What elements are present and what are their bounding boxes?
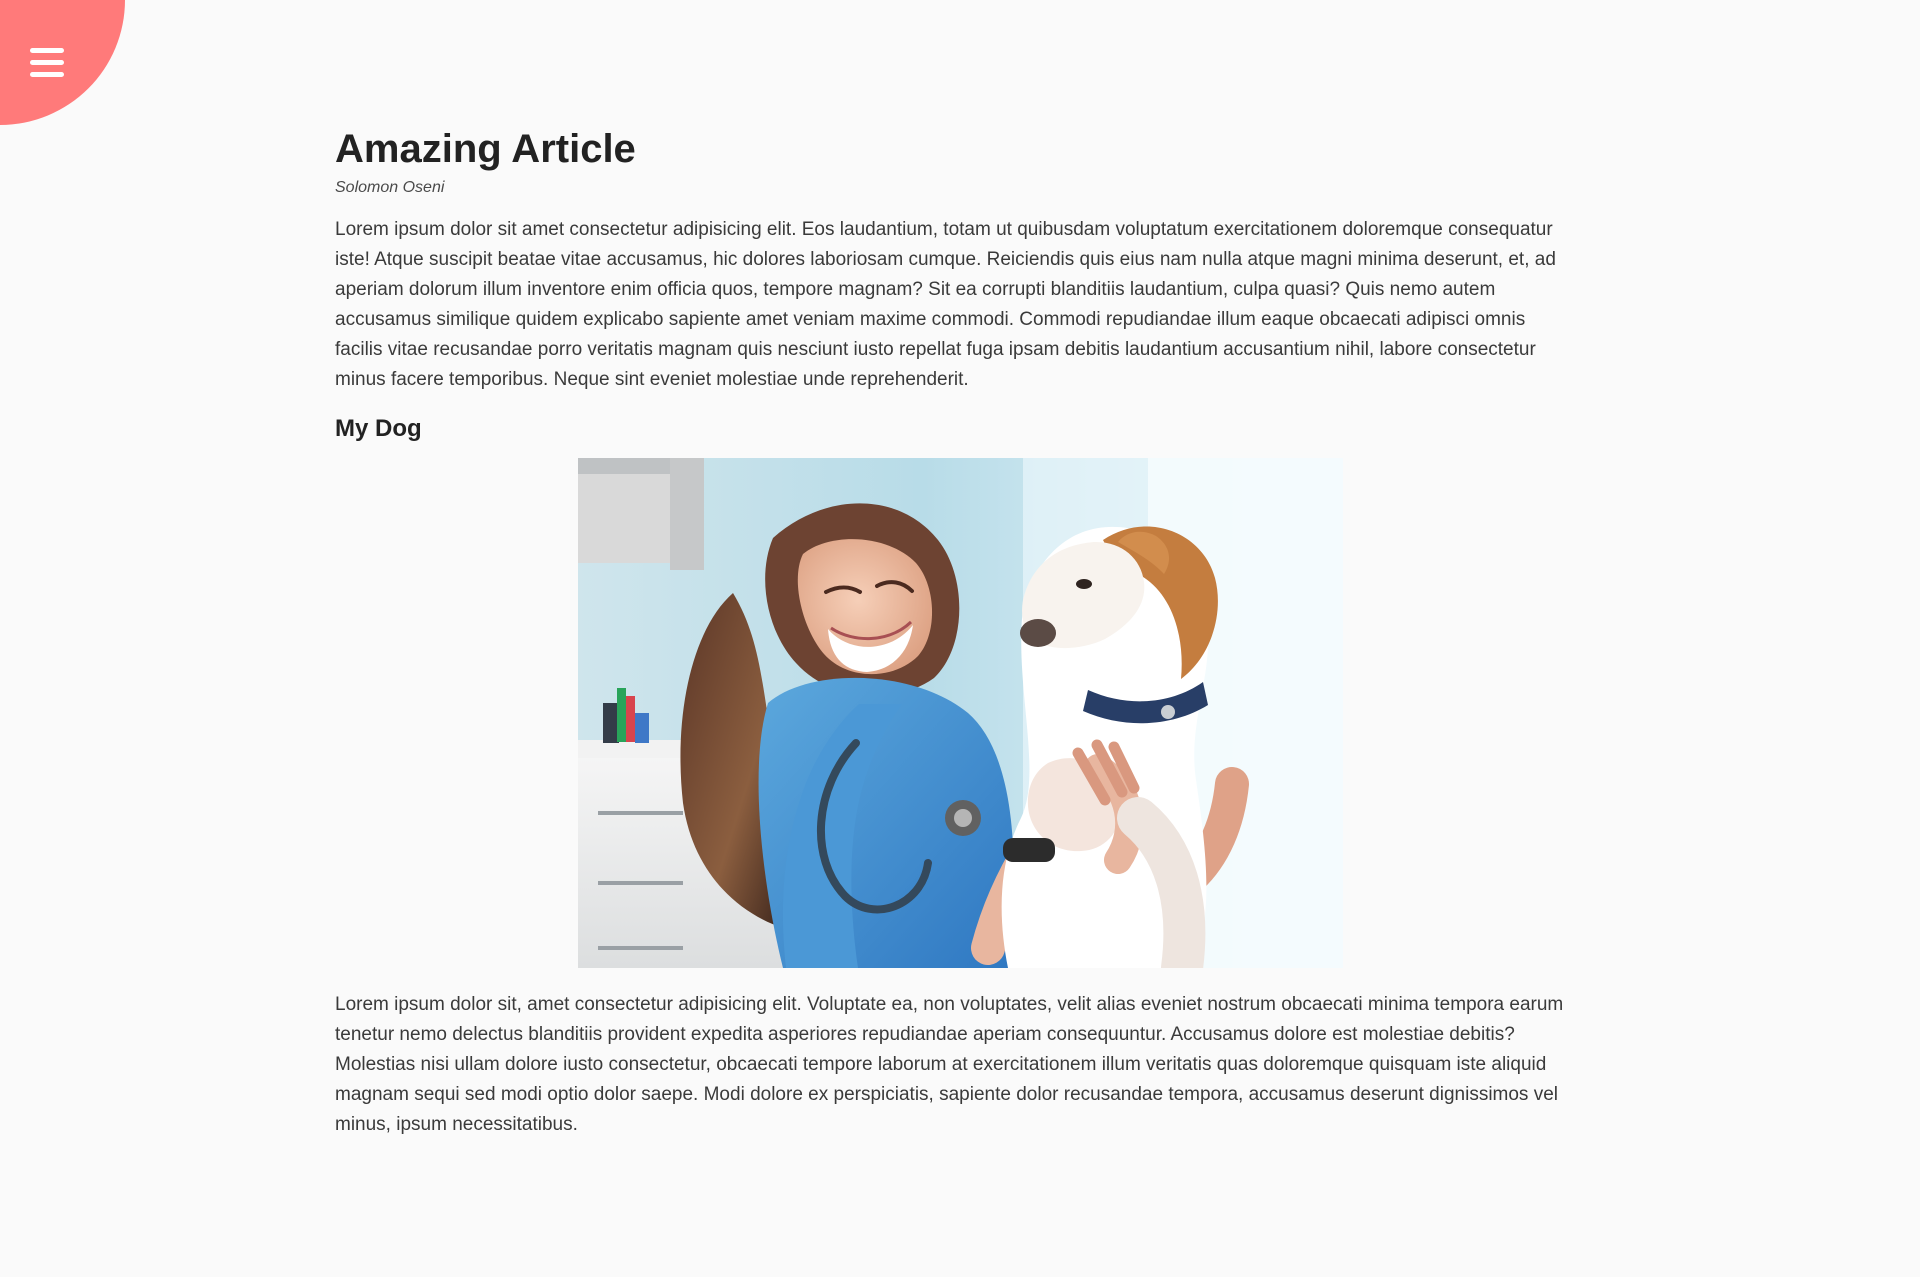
dog-photo [578, 458, 1343, 968]
menu-bar-top [30, 48, 64, 53]
section-heading: My Dog [335, 415, 422, 442]
article-body-paragraph: Lorem ipsum dolor sit, amet consectetur … [335, 994, 1564, 1135]
menu-toggle-button[interactable] [0, 0, 125, 125]
article: Amazing Article Solomon Oseni Lorem ipsu… [335, 120, 1575, 1140]
hamburger-menu-icon[interactable] [30, 48, 64, 78]
vet-with-dog-image [578, 458, 1343, 968]
article-intro-paragraph: Lorem ipsum dolor sit amet consectetur a… [335, 219, 1556, 390]
article-title: Amazing Article [335, 127, 636, 171]
article-author: Solomon Oseni [335, 179, 445, 196]
menu-bar-bottom [30, 72, 64, 77]
menu-bar-middle [30, 60, 64, 65]
